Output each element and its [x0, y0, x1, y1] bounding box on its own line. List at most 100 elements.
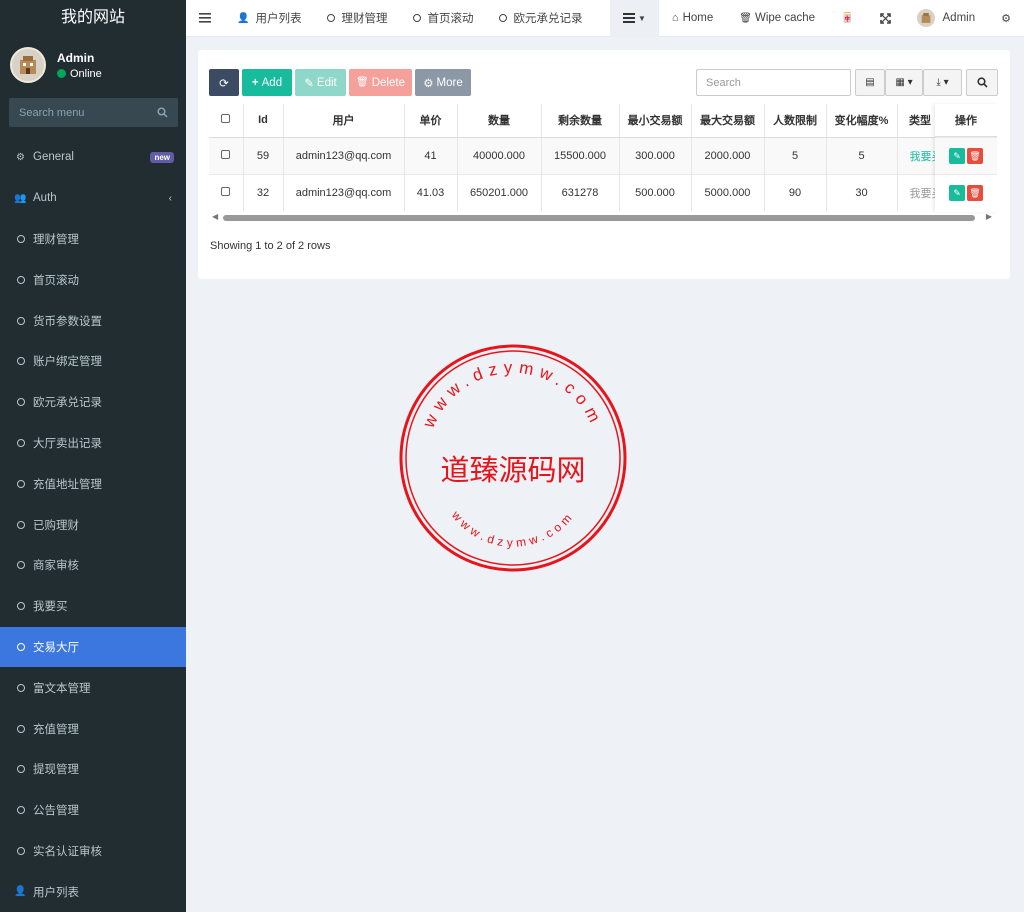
sidebar-item-merchant-review[interactable]: 商家审核 — [0, 545, 186, 586]
wipe-cache-button[interactable]: 🗑 Wipe cache — [726, 0, 828, 37]
settings-button[interactable]: ⚙ — [988, 0, 1024, 37]
cell-price: 41 — [404, 136, 458, 174]
table-search-placeholder: Search — [706, 76, 741, 89]
table-row[interactable]: 59 admin123@qq.com 41 40000.000 15500.00… — [209, 136, 944, 174]
list-alt-icon: ▤ — [865, 77, 875, 88]
sidebar-item-licai[interactable]: 理财管理 — [0, 219, 186, 260]
tab-home-scroll[interactable]: 首页滚动 — [400, 0, 486, 37]
search-icon[interactable] — [157, 107, 168, 118]
tabs-dropdown-button[interactable]: ▼ — [610, 0, 659, 37]
row-select-cell[interactable] — [209, 173, 244, 211]
edit-button[interactable]: ✎ Edit — [295, 69, 346, 96]
cell-limit: 90 — [764, 173, 827, 211]
refresh-icon: ⟳ — [219, 77, 229, 90]
col-header-qty[interactable]: 数量 — [457, 104, 542, 138]
top-navbar: 👤 用户列表 理财管理 首页滚动 欧元承兑记录 ▼ ⌂ Home 🗑 Wipe cac… — [186, 0, 1024, 37]
sidebar-item-label: 充值管理 — [33, 723, 79, 736]
tab-licai[interactable]: 理财管理 — [314, 0, 400, 37]
circle-icon — [16, 520, 25, 529]
cell-max: 2000.000 — [691, 136, 765, 174]
sidebar-item-withdraw[interactable]: 提现管理 — [0, 749, 186, 790]
home-link[interactable]: ⌂ Home — [659, 0, 726, 37]
select-all-checkbox[interactable] — [221, 114, 231, 124]
toggle-view-button[interactable]: ▤ — [855, 69, 885, 96]
sidebar-item-hall-sell[interactable]: 大厅卖出记录 — [0, 423, 186, 464]
sidebar-item-recharge[interactable]: 充值管理 — [0, 708, 186, 749]
sidebar-item-user-list[interactable]: 👤 用户列表 — [0, 871, 186, 912]
row-delete-button[interactable]: 🗑 — [967, 185, 983, 201]
operations-column: 操作 ✎ 🗑 ✎ 🗑 — [935, 104, 997, 212]
site-logo[interactable]: 我的网站 — [0, 0, 186, 37]
stamp-ring-bottom-text: www.dzymw.com — [448, 507, 577, 549]
export-button[interactable]: ⤓ ▾ — [923, 69, 962, 96]
pagination-info: Showing 1 to 2 of 2 rows — [210, 240, 331, 252]
row-edit-button[interactable]: ✎ — [949, 148, 965, 164]
more-button[interactable]: ⚙ More — [415, 69, 471, 96]
sidebar-item-auth[interactable]: 👥 Auth ‹ — [0, 178, 186, 219]
tab-label: 理财管理 — [341, 13, 388, 25]
tab-user-list[interactable]: 👤 用户列表 — [224, 0, 314, 37]
sidebar-item-purchased[interactable]: 已购理财 — [0, 504, 186, 545]
row-select-cell[interactable] — [209, 136, 244, 174]
col-header-remain[interactable]: 剩余数量 — [541, 104, 620, 138]
sidebar-item-account-binding[interactable]: 账户绑定管理 — [0, 341, 186, 382]
col-header-price[interactable]: 单价 — [404, 104, 458, 138]
hamburger-icon — [199, 13, 211, 23]
table-horizontal-scrollbar[interactable]: ◀ ▶ — [209, 212, 995, 222]
tab-euro-records[interactable]: 欧元承兑记录 — [486, 0, 595, 37]
add-button[interactable]: + Add — [242, 69, 292, 96]
row-delete-button[interactable]: 🗑 — [967, 148, 983, 164]
sidebar-item-home-scroll[interactable]: 首页滚动 — [0, 259, 186, 300]
language-button[interactable]: 🀄 — [828, 0, 866, 37]
row-edit-button[interactable]: ✎ — [949, 185, 965, 201]
sidebar-search-input[interactable]: Search menu — [9, 98, 178, 127]
sidebar-item-buy[interactable]: 我要买 — [0, 586, 186, 627]
refresh-button[interactable]: ⟳ — [209, 69, 239, 96]
table-search-input[interactable]: Search — [696, 69, 851, 96]
sidebar-item-label: 账户绑定管理 — [33, 356, 102, 369]
sidebar-item-rich-text[interactable]: 富文本管理 — [0, 667, 186, 708]
columns-button[interactable]: ▦ ▾ — [885, 69, 923, 96]
scroll-right-icon[interactable]: ▶ — [986, 212, 992, 221]
row-checkbox[interactable] — [221, 149, 231, 159]
cell-limit: 5 — [764, 136, 827, 174]
circle-icon — [16, 846, 25, 855]
col-header-min[interactable]: 最小交易额 — [619, 104, 692, 138]
sidebar-item-deposit-address[interactable]: 充值地址管理 — [0, 463, 186, 504]
sidebar: 我的网站 Admin Online Search menu ⚙ General ne… — [0, 0, 186, 912]
admin-avatar — [916, 9, 935, 27]
sidebar-item-general[interactable]: ⚙ General new — [0, 137, 186, 178]
menu-toggle-button[interactable] — [186, 0, 224, 37]
users-icon: 👥 — [14, 192, 27, 204]
circle-icon — [327, 14, 336, 22]
table-row[interactable]: 32 admin123@qq.com 41.03 650201.000 6312… — [209, 173, 944, 211]
col-header-user[interactable]: 用户 — [283, 104, 405, 138]
col-header-id[interactable]: Id — [243, 104, 284, 138]
user-panel: Admin Online — [0, 37, 186, 93]
col-header-max[interactable]: 最大交易额 — [691, 104, 765, 138]
sidebar-item-currency-params[interactable]: 货币参数设置 — [0, 300, 186, 341]
sidebar-item-euro-records[interactable]: 欧元承兑记录 — [0, 382, 186, 423]
watermark-stamp: www.dzymw.com www.dzymw.com 道臻源码网 — [399, 344, 627, 572]
gears-icon: ⚙ — [1001, 12, 1011, 25]
col-header-change[interactable]: 变化幅度% — [826, 104, 898, 138]
admin-menu[interactable]: Admin — [904, 0, 989, 37]
sidebar-item-kyc[interactable]: 实名认证审核 — [0, 831, 186, 872]
advanced-search-button[interactable] — [966, 69, 998, 96]
scrollbar-thumb[interactable] — [223, 215, 975, 221]
sidebar-item-trading-hall[interactable]: 交易大厅 — [0, 626, 186, 668]
tab-label: 用户列表 — [255, 13, 302, 25]
edit-label: Edit — [316, 76, 337, 89]
delete-label: Delete — [371, 76, 405, 89]
scroll-left-icon[interactable]: ◀ — [212, 212, 218, 221]
sidebar-item-label: 富文本管理 — [33, 682, 91, 695]
delete-button[interactable]: 🗑 Delete — [349, 69, 412, 96]
col-header-limit[interactable]: 人数限制 — [764, 104, 827, 138]
sidebar-item-announcements[interactable]: 公告管理 — [0, 790, 186, 831]
cell-change: 5 — [826, 136, 898, 174]
chevron-left-icon: ‹ — [168, 192, 172, 204]
select-all-cell[interactable] — [209, 104, 244, 138]
row-checkbox[interactable] — [221, 186, 231, 196]
cell-price: 41.03 — [404, 173, 458, 211]
fullscreen-button[interactable] — [867, 0, 904, 37]
